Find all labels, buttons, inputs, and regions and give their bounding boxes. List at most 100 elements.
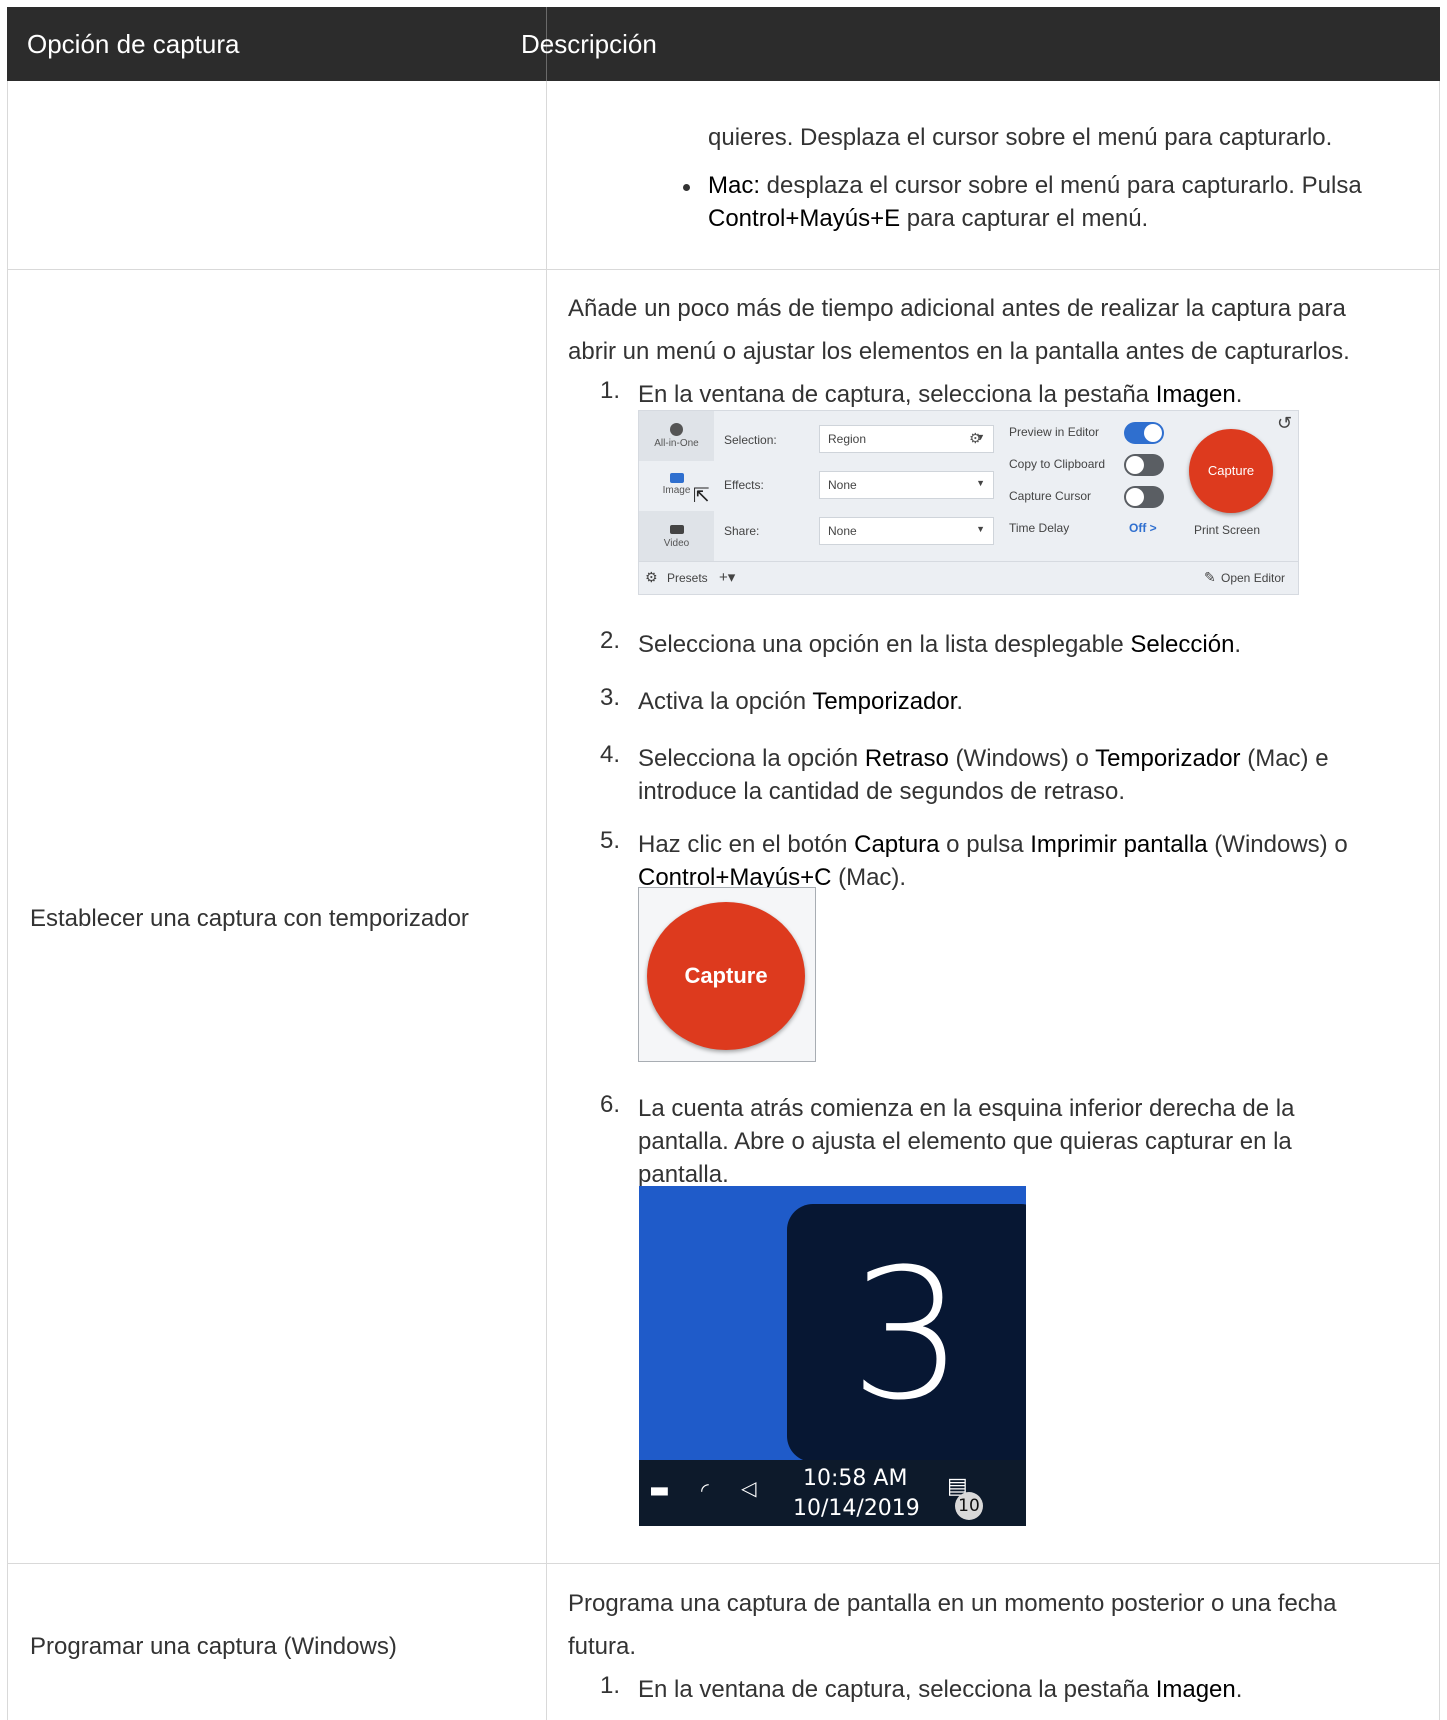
step-number: 6. (599, 1091, 620, 1118)
step-text: . (1234, 631, 1242, 658)
step-text: . (956, 688, 964, 715)
volume-icon: ◁ (741, 1476, 757, 1500)
step-6-line-1: La cuenta atrás comienza en la esquina i… (638, 1095, 1295, 1122)
clipboard-toggle[interactable] (1124, 454, 1164, 476)
step-text: Selecciona la opción (638, 745, 865, 772)
timer-intro-1: Añade un poco más de tiempo adicional an… (568, 295, 1346, 322)
selection-value: Region (828, 432, 867, 446)
step-2-text: Selecciona una opción en la lista desple… (638, 627, 1241, 662)
mac-text: desplaza el cursor sobre el menú para ca… (760, 172, 1362, 199)
header-option-label: Opción de captura (27, 29, 240, 59)
tab-label: Image (662, 485, 691, 496)
notification-count-badge: 10 (955, 1492, 983, 1520)
step-text: Selecciona una opción en la lista desple… (638, 631, 1131, 658)
step-4-text: Selecciona la opción Retraso (Windows) o… (638, 741, 1329, 776)
taskbar: ▬ ◜ ◁ 10:58 AM 10/14/2019 ▤ 10 (639, 1460, 1026, 1526)
step-number: 3. (599, 684, 620, 711)
step-bold: Retraso (864, 745, 949, 772)
capture-window-footer: ⚙ Presets +▾ ✎ Open Editor (639, 561, 1298, 595)
presets-label[interactable]: Presets (667, 571, 708, 585)
capture-button-screenshot: Capture (638, 887, 816, 1062)
capture-button[interactable]: Capture (1189, 429, 1273, 513)
bullet (683, 184, 690, 191)
mac-text-2: para capturar el menú. (900, 205, 1149, 232)
tab-all-in-one[interactable]: All-in-One (639, 411, 714, 461)
step-bold: Selección (1130, 631, 1235, 658)
video-icon (669, 525, 684, 534)
step-1-text: En la ventana de captura, selecciona la … (638, 377, 1242, 412)
step-bold: Imprimir pantalla (1030, 831, 1208, 858)
step-text: (Windows) o (1207, 831, 1348, 858)
mac-label: Mac: (708, 172, 761, 199)
taskbar-date: 10/14/2019 (793, 1496, 920, 1521)
tab-image[interactable]: Image ⇱ (639, 461, 714, 511)
selection-dropdown[interactable]: Region ▼ (819, 425, 994, 453)
delay-value[interactable]: Off > (1129, 521, 1157, 535)
step-bold: Captura (854, 831, 940, 858)
step-number: 1. (599, 1672, 620, 1699)
share-value: None (828, 524, 857, 538)
schedule-intro-2: futura. (568, 1633, 637, 1660)
chevron-down-icon: ▼ (976, 524, 985, 534)
step-6-line-2: pantalla. Abre o ajusta el elemento que … (638, 1128, 1292, 1155)
capture-label: Capture (684, 963, 768, 988)
effects-dropdown[interactable]: None ▼ (819, 471, 994, 499)
step-number: 1. (599, 377, 620, 404)
header-description-label: Descripción (521, 29, 657, 59)
add-preset-icon[interactable]: +▾ (719, 568, 735, 586)
step-bold: Imagen (1155, 381, 1236, 408)
delay-label: Time Delay (1009, 521, 1070, 535)
selection-label: Selection: (724, 433, 777, 447)
schedule-step-1: En la ventana de captura, selecciona la … (638, 1672, 1242, 1707)
share-dropdown[interactable]: None ▼ (819, 517, 994, 545)
step-3-text: Activa la opción Temporizador. (638, 684, 963, 719)
battery-icon: ▬ (649, 1478, 670, 1503)
chevron-down-icon: ▼ (976, 478, 985, 488)
reset-icon[interactable]: ↺ (1277, 413, 1292, 434)
header-col-option: Opción de captura (7, 7, 547, 81)
option-schedule: Programar una captura (Windows) (30, 1633, 397, 1660)
row-divider (7, 269, 1440, 270)
table-left-border (7, 81, 8, 1720)
schedule-intro-1: Programa una captura de pantalla en un m… (568, 1590, 1337, 1617)
cursor-toggle[interactable] (1124, 486, 1164, 508)
option-timer: Establecer una captura con temporizador (30, 905, 469, 932)
step-bold: Imagen (1155, 1676, 1236, 1703)
step-number: 4. (599, 741, 620, 768)
record-icon (670, 423, 683, 436)
preview-toggle[interactable] (1124, 422, 1164, 444)
edit-icon: ✎ (1204, 569, 1216, 585)
taskbar-time: 10:58 AM (803, 1466, 908, 1491)
row-divider (7, 1563, 1440, 1564)
menu-cont-line: quieres. Desplaza el cursor sobre el men… (708, 124, 1333, 151)
step-text: En la ventana de captura, selecciona la … (638, 1676, 1156, 1703)
timer-intro-2: abrir un menú o ajustar los elementos en… (568, 338, 1350, 365)
countdown-digit: 3 (849, 1231, 965, 1440)
column-divider (546, 81, 547, 1720)
step-text: . (1235, 381, 1243, 408)
step-text: . (1235, 1676, 1243, 1703)
step-text: Haz clic en el botón (638, 831, 855, 858)
mode-sidebar: All-in-One Image ⇱ Video (639, 411, 714, 561)
open-editor-label[interactable]: Open Editor (1221, 571, 1285, 585)
capture-label: Capture (1207, 463, 1255, 478)
preview-label: Preview in Editor (1009, 425, 1100, 439)
tab-video[interactable]: Video (639, 511, 714, 561)
step-text: (Mac). (831, 864, 907, 891)
cursor-label: Capture Cursor (1009, 489, 1092, 503)
clipboard-label: Copy to Clipboard (1009, 457, 1106, 471)
table-right-border (1439, 81, 1440, 1720)
table-header: Opción de captura Descripción (7, 7, 1440, 81)
step-text: o pulsa (939, 831, 1031, 858)
step-number: 2. (599, 627, 620, 654)
effects-value: None (828, 478, 857, 492)
step-text: En la ventana de captura, selecciona la … (638, 381, 1156, 408)
step-number: 5. (599, 827, 620, 854)
step-text: Activa la opción (638, 688, 813, 715)
step-text: (Mac) e (1240, 745, 1329, 772)
capture-button-large: Capture (647, 902, 805, 1050)
capture-window-screenshot: All-in-One Image ⇱ Video Selection: Regi… (638, 410, 1299, 595)
tab-label: All-in-One (654, 438, 699, 449)
gear-icon[interactable]: ⚙ (969, 430, 982, 447)
step-bold: Temporizador (1095, 745, 1241, 772)
